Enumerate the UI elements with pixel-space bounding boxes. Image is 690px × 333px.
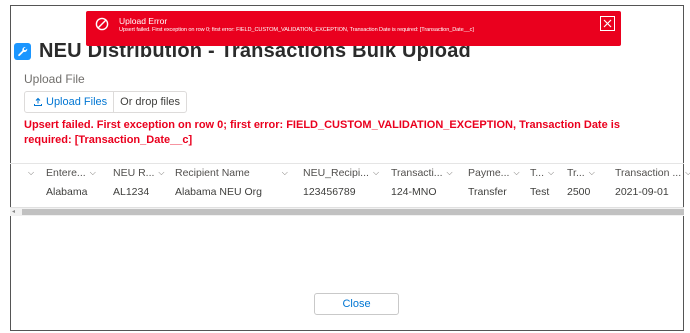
close-button[interactable]: Close: [314, 293, 399, 315]
error-toast: Upload Error Upsert failed. First except…: [86, 11, 621, 46]
table-cell: Test: [530, 186, 550, 198]
column-header[interactable]: NEU_Recipi... ⌵: [303, 164, 379, 181]
chevron-down-icon: ⌵: [372, 167, 380, 177]
table-row: Alabama AL1234 Alabama NEU Org 123456789…: [10, 182, 684, 202]
upload-file-label: Upload File: [24, 72, 85, 86]
scroll-left-icon[interactable]: ◂: [12, 208, 15, 215]
table-cell: 124-MNO: [391, 186, 437, 198]
scrollbar-thumb[interactable]: [22, 209, 684, 215]
chevron-down-icon: ⌵: [281, 167, 288, 177]
upload-files-label: Upload Files: [46, 96, 108, 108]
drop-files-text: Or drop files: [120, 96, 181, 108]
table-cell: 2500: [567, 186, 591, 198]
horizontal-scrollbar[interactable]: ◂: [10, 207, 684, 216]
chevron-down-icon: ⌵: [158, 167, 165, 177]
file-upload-dropzone[interactable]: Upload Files Or drop files: [24, 91, 188, 113]
error-message: Upsert failed. First exception on row 0;…: [24, 119, 620, 146]
toast-title: Upload Error: [119, 16, 168, 26]
chevron-down-icon: ⌵: [513, 167, 520, 177]
row-expand-chevron[interactable]: ⌵: [24, 164, 34, 181]
table-cell: Transfer: [468, 186, 507, 198]
table-cell: Alabama NEU Org: [175, 186, 262, 198]
column-header[interactable]: Transacti... ⌵: [391, 164, 453, 181]
chevron-down-icon: ⌵: [28, 167, 35, 177]
chevron-down-icon: ⌵: [89, 167, 96, 177]
chevron-down-icon: ⌵: [548, 167, 555, 177]
chevron-down-icon: ⌵: [685, 167, 690, 177]
column-header[interactable]: NEU R... ⌵: [113, 164, 165, 181]
close-icon: [603, 19, 612, 28]
toast-message: Upsert failed. First exception on row 0;…: [119, 27, 474, 33]
column-header[interactable]: Tr... ⌵: [567, 164, 595, 181]
table-header: ⌵ Entere... ⌵ NEU R... ⌵ Recipient Name ⌵ N…: [10, 163, 690, 181]
wrench-icon: [14, 42, 31, 60]
chevron-down-icon: ⌵: [588, 167, 595, 177]
toast-body: Upload Error Upsert failed. First except…: [119, 16, 594, 35]
toast-close-button[interactable]: [600, 16, 615, 31]
table-cell: AL1234: [113, 186, 150, 198]
ban-icon: [95, 17, 109, 31]
table-cell: 123456789: [303, 186, 356, 198]
column-header[interactable]: T... ⌵: [530, 164, 554, 181]
column-header[interactable]: Recipient Name ⌵: [175, 164, 288, 181]
upload-icon: [34, 97, 42, 106]
column-header[interactable]: Entere... ⌵: [46, 164, 96, 181]
chevron-down-icon: ⌵: [446, 167, 453, 177]
upload-files-button[interactable]: Upload Files: [25, 92, 115, 112]
table-cell: 2021-09-01: [615, 186, 669, 198]
table-cell: Alabama: [46, 186, 88, 198]
column-header[interactable]: Payme... ⌵: [468, 164, 520, 181]
column-header[interactable]: Transaction ... ⌵: [615, 164, 690, 181]
